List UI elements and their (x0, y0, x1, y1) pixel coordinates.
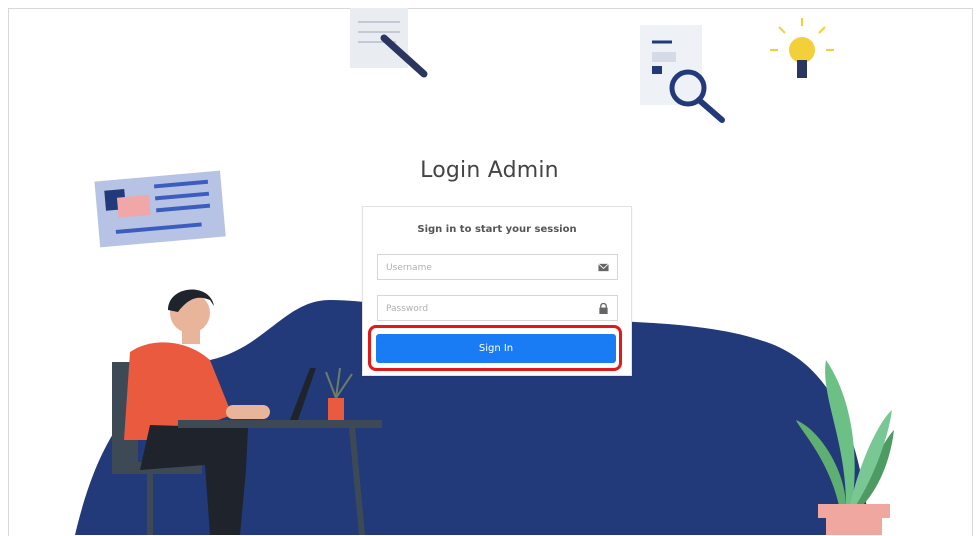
search-document-illustration (640, 25, 725, 123)
lightbulb-illustration (770, 18, 834, 78)
username-field[interactable] (377, 254, 618, 281)
document-pencil-illustration (350, 8, 428, 78)
sign-in-button[interactable]: Sign In (376, 334, 616, 363)
password-input[interactable] (384, 296, 588, 322)
page-title: Login Admin (420, 158, 559, 183)
login-box-message: Sign in to start your session (417, 224, 577, 235)
lock-icon (599, 303, 608, 314)
username-input[interactable] (384, 255, 588, 281)
envelope-icon (598, 263, 609, 272)
password-field[interactable] (377, 295, 618, 322)
